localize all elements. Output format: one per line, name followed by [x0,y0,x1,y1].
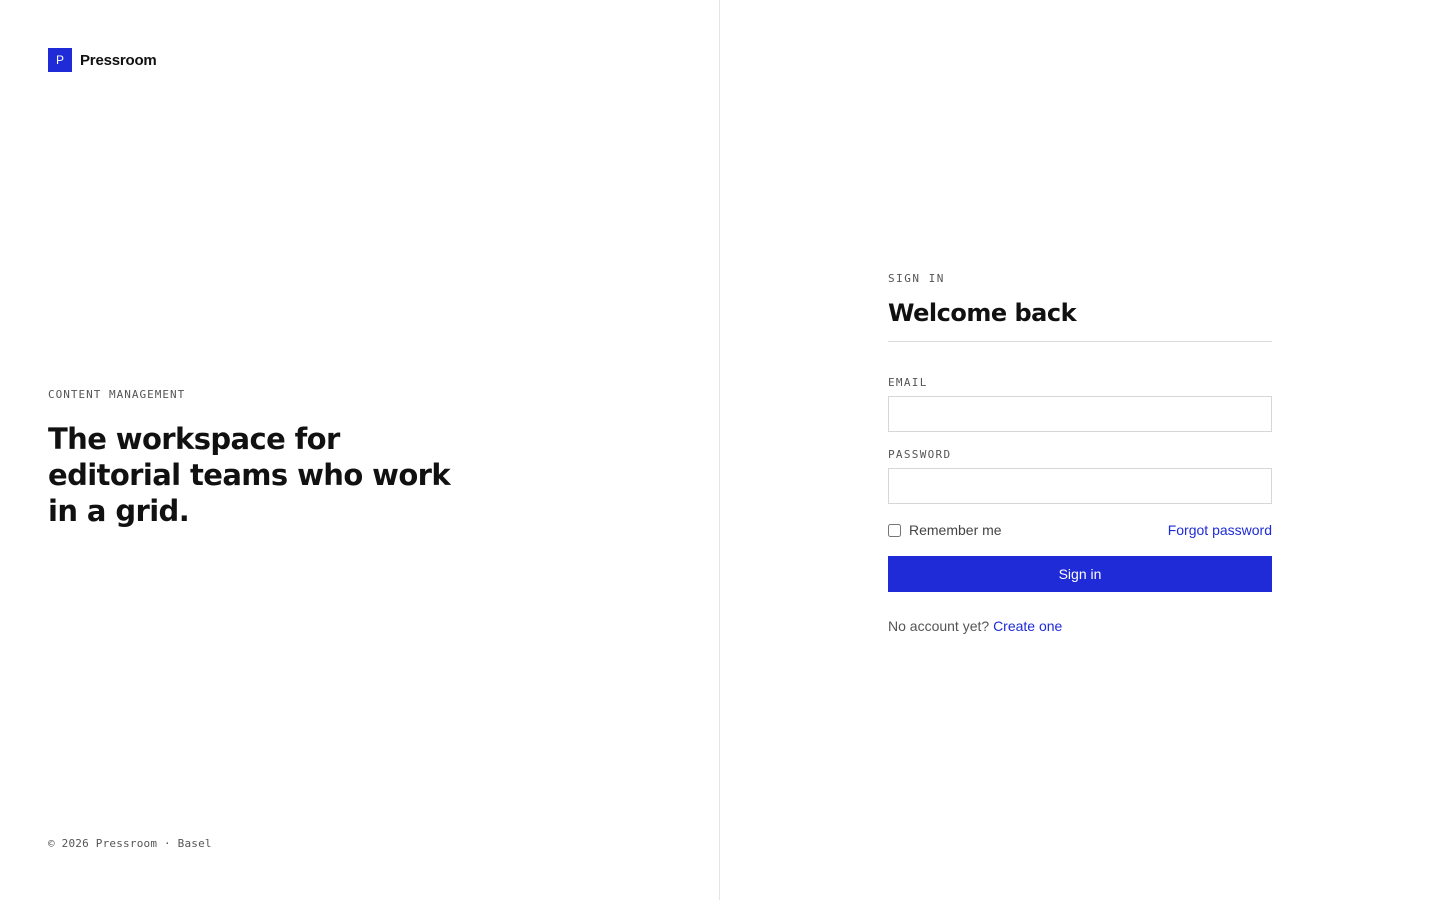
signin-eyebrow: SIGN IN [888,272,945,285]
remember-me-checkbox[interactable] [888,523,901,537]
remember-me-label: Remember me [909,522,1002,538]
password-field[interactable] [888,468,1272,504]
brand-panel: P Pressroom CONTENT MANAGEMENT The works… [0,0,720,900]
sign-in-button[interactable]: Sign in [888,556,1272,592]
forgot-password-link[interactable]: Forgot password [1168,522,1272,538]
signin-options: Remember me Forgot password [888,522,1272,538]
email-field[interactable] [888,396,1272,432]
hero-eyebrow: CONTENT MANAGEMENT [48,388,186,401]
signin-panel: SIGN IN Welcome back EMAIL PASSWORD Reme… [720,0,1440,900]
signin-title: Welcome back [888,297,1272,342]
hero: CONTENT MANAGEMENT The workspace for edi… [48,388,468,529]
footer-copyright: © 2026 Pressroom · Basel [48,837,212,850]
create-account-link[interactable]: Create one [993,618,1062,634]
brand-mark-icon: P [48,48,72,72]
signup-prompt: No account yet? [888,618,990,634]
remember-me[interactable]: Remember me [888,522,1002,538]
hero-title: The workspace for editorial teams who wo… [48,422,451,528]
password-label: PASSWORD [888,448,952,461]
email-label: EMAIL [888,376,928,389]
login-page: P Pressroom CONTENT MANAGEMENT The works… [0,0,1440,900]
brand-name: Pressroom [80,51,157,69]
signin-form: SIGN IN Welcome back EMAIL PASSWORD Reme… [888,272,1272,634]
signup-row: No account yet? Create one [888,618,1272,634]
brand-logo: P Pressroom [48,48,157,72]
